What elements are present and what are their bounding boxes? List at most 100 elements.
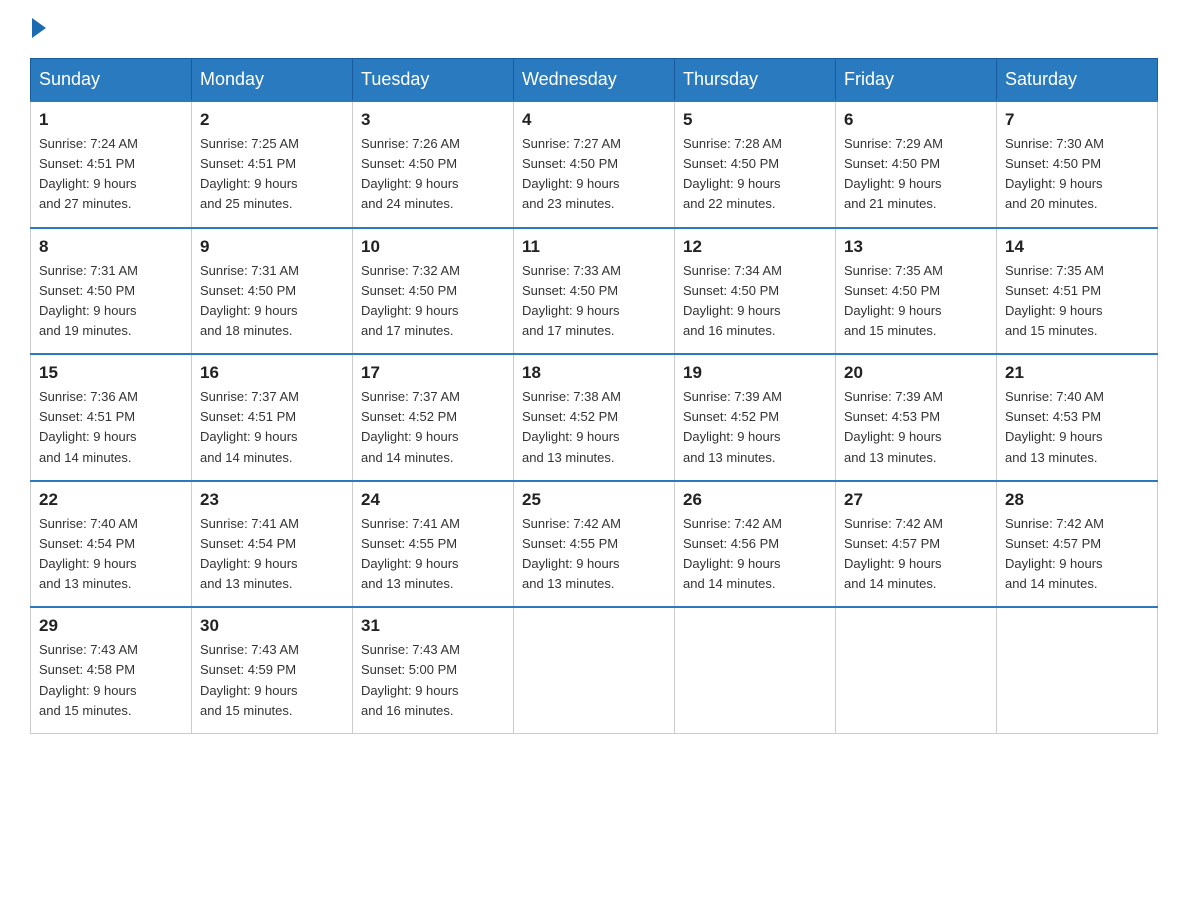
day-number: 11 [522,237,666,257]
calendar-cell: 6 Sunrise: 7:29 AM Sunset: 4:50 PM Dayli… [836,101,997,228]
day-info: Sunrise: 7:41 AM Sunset: 4:54 PM Dayligh… [200,514,344,595]
day-number: 8 [39,237,183,257]
calendar-week-1: 1 Sunrise: 7:24 AM Sunset: 4:51 PM Dayli… [31,101,1158,228]
day-info: Sunrise: 7:31 AM Sunset: 4:50 PM Dayligh… [39,261,183,342]
day-number: 12 [683,237,827,257]
day-number: 16 [200,363,344,383]
day-info: Sunrise: 7:37 AM Sunset: 4:51 PM Dayligh… [200,387,344,468]
calendar-cell: 11 Sunrise: 7:33 AM Sunset: 4:50 PM Dayl… [514,228,675,355]
day-info: Sunrise: 7:27 AM Sunset: 4:50 PM Dayligh… [522,134,666,215]
calendar-week-3: 15 Sunrise: 7:36 AM Sunset: 4:51 PM Dayl… [31,354,1158,481]
day-info: Sunrise: 7:42 AM Sunset: 4:57 PM Dayligh… [1005,514,1149,595]
day-number: 6 [844,110,988,130]
day-number: 26 [683,490,827,510]
day-number: 15 [39,363,183,383]
day-info: Sunrise: 7:36 AM Sunset: 4:51 PM Dayligh… [39,387,183,468]
day-number: 3 [361,110,505,130]
calendar-week-2: 8 Sunrise: 7:31 AM Sunset: 4:50 PM Dayli… [31,228,1158,355]
day-info: Sunrise: 7:38 AM Sunset: 4:52 PM Dayligh… [522,387,666,468]
day-info: Sunrise: 7:30 AM Sunset: 4:50 PM Dayligh… [1005,134,1149,215]
day-number: 10 [361,237,505,257]
calendar-cell [836,607,997,733]
day-info: Sunrise: 7:31 AM Sunset: 4:50 PM Dayligh… [200,261,344,342]
day-number: 25 [522,490,666,510]
calendar-cell: 18 Sunrise: 7:38 AM Sunset: 4:52 PM Dayl… [514,354,675,481]
day-number: 29 [39,616,183,636]
calendar-week-5: 29 Sunrise: 7:43 AM Sunset: 4:58 PM Dayl… [31,607,1158,733]
calendar-cell: 3 Sunrise: 7:26 AM Sunset: 4:50 PM Dayli… [353,101,514,228]
day-number: 17 [361,363,505,383]
day-info: Sunrise: 7:33 AM Sunset: 4:50 PM Dayligh… [522,261,666,342]
day-number: 21 [1005,363,1149,383]
day-number: 5 [683,110,827,130]
calendar-cell: 26 Sunrise: 7:42 AM Sunset: 4:56 PM Dayl… [675,481,836,608]
calendar-cell: 25 Sunrise: 7:42 AM Sunset: 4:55 PM Dayl… [514,481,675,608]
calendar-cell: 19 Sunrise: 7:39 AM Sunset: 4:52 PM Dayl… [675,354,836,481]
day-number: 28 [1005,490,1149,510]
calendar-cell: 28 Sunrise: 7:42 AM Sunset: 4:57 PM Dayl… [997,481,1158,608]
day-info: Sunrise: 7:43 AM Sunset: 4:59 PM Dayligh… [200,640,344,721]
day-number: 24 [361,490,505,510]
day-info: Sunrise: 7:42 AM Sunset: 4:55 PM Dayligh… [522,514,666,595]
day-number: 30 [200,616,344,636]
calendar-header-row: SundayMondayTuesdayWednesdayThursdayFrid… [31,59,1158,102]
day-info: Sunrise: 7:34 AM Sunset: 4:50 PM Dayligh… [683,261,827,342]
calendar-cell: 8 Sunrise: 7:31 AM Sunset: 4:50 PM Dayli… [31,228,192,355]
calendar-cell: 29 Sunrise: 7:43 AM Sunset: 4:58 PM Dayl… [31,607,192,733]
logo-blue-container [30,20,46,38]
logo [30,20,46,38]
calendar-cell: 31 Sunrise: 7:43 AM Sunset: 5:00 PM Dayl… [353,607,514,733]
day-info: Sunrise: 7:25 AM Sunset: 4:51 PM Dayligh… [200,134,344,215]
col-header-saturday: Saturday [997,59,1158,102]
day-number: 22 [39,490,183,510]
calendar-cell: 10 Sunrise: 7:32 AM Sunset: 4:50 PM Dayl… [353,228,514,355]
calendar-table: SundayMondayTuesdayWednesdayThursdayFrid… [30,58,1158,734]
day-info: Sunrise: 7:40 AM Sunset: 4:53 PM Dayligh… [1005,387,1149,468]
day-info: Sunrise: 7:42 AM Sunset: 4:57 PM Dayligh… [844,514,988,595]
calendar-cell: 21 Sunrise: 7:40 AM Sunset: 4:53 PM Dayl… [997,354,1158,481]
calendar-cell [675,607,836,733]
day-info: Sunrise: 7:28 AM Sunset: 4:50 PM Dayligh… [683,134,827,215]
calendar-cell: 7 Sunrise: 7:30 AM Sunset: 4:50 PM Dayli… [997,101,1158,228]
calendar-cell: 22 Sunrise: 7:40 AM Sunset: 4:54 PM Dayl… [31,481,192,608]
day-number: 18 [522,363,666,383]
day-number: 19 [683,363,827,383]
col-header-tuesday: Tuesday [353,59,514,102]
page-header [30,20,1158,38]
day-number: 13 [844,237,988,257]
calendar-cell [997,607,1158,733]
day-info: Sunrise: 7:29 AM Sunset: 4:50 PM Dayligh… [844,134,988,215]
day-number: 31 [361,616,505,636]
col-header-friday: Friday [836,59,997,102]
calendar-cell: 17 Sunrise: 7:37 AM Sunset: 4:52 PM Dayl… [353,354,514,481]
calendar-cell: 27 Sunrise: 7:42 AM Sunset: 4:57 PM Dayl… [836,481,997,608]
calendar-cell: 4 Sunrise: 7:27 AM Sunset: 4:50 PM Dayli… [514,101,675,228]
day-info: Sunrise: 7:35 AM Sunset: 4:51 PM Dayligh… [1005,261,1149,342]
day-number: 4 [522,110,666,130]
day-number: 14 [1005,237,1149,257]
calendar-cell [514,607,675,733]
day-number: 7 [1005,110,1149,130]
col-header-wednesday: Wednesday [514,59,675,102]
day-info: Sunrise: 7:39 AM Sunset: 4:53 PM Dayligh… [844,387,988,468]
day-info: Sunrise: 7:37 AM Sunset: 4:52 PM Dayligh… [361,387,505,468]
day-info: Sunrise: 7:39 AM Sunset: 4:52 PM Dayligh… [683,387,827,468]
day-number: 2 [200,110,344,130]
calendar-cell: 5 Sunrise: 7:28 AM Sunset: 4:50 PM Dayli… [675,101,836,228]
calendar-cell: 20 Sunrise: 7:39 AM Sunset: 4:53 PM Dayl… [836,354,997,481]
calendar-cell: 14 Sunrise: 7:35 AM Sunset: 4:51 PM Dayl… [997,228,1158,355]
day-number: 23 [200,490,344,510]
day-number: 27 [844,490,988,510]
col-header-monday: Monday [192,59,353,102]
calendar-cell: 13 Sunrise: 7:35 AM Sunset: 4:50 PM Dayl… [836,228,997,355]
calendar-cell: 9 Sunrise: 7:31 AM Sunset: 4:50 PM Dayli… [192,228,353,355]
calendar-cell: 1 Sunrise: 7:24 AM Sunset: 4:51 PM Dayli… [31,101,192,228]
day-number: 1 [39,110,183,130]
day-info: Sunrise: 7:24 AM Sunset: 4:51 PM Dayligh… [39,134,183,215]
calendar-cell: 23 Sunrise: 7:41 AM Sunset: 4:54 PM Dayl… [192,481,353,608]
calendar-cell: 2 Sunrise: 7:25 AM Sunset: 4:51 PM Dayli… [192,101,353,228]
col-header-thursday: Thursday [675,59,836,102]
calendar-cell: 16 Sunrise: 7:37 AM Sunset: 4:51 PM Dayl… [192,354,353,481]
day-info: Sunrise: 7:26 AM Sunset: 4:50 PM Dayligh… [361,134,505,215]
day-info: Sunrise: 7:32 AM Sunset: 4:50 PM Dayligh… [361,261,505,342]
